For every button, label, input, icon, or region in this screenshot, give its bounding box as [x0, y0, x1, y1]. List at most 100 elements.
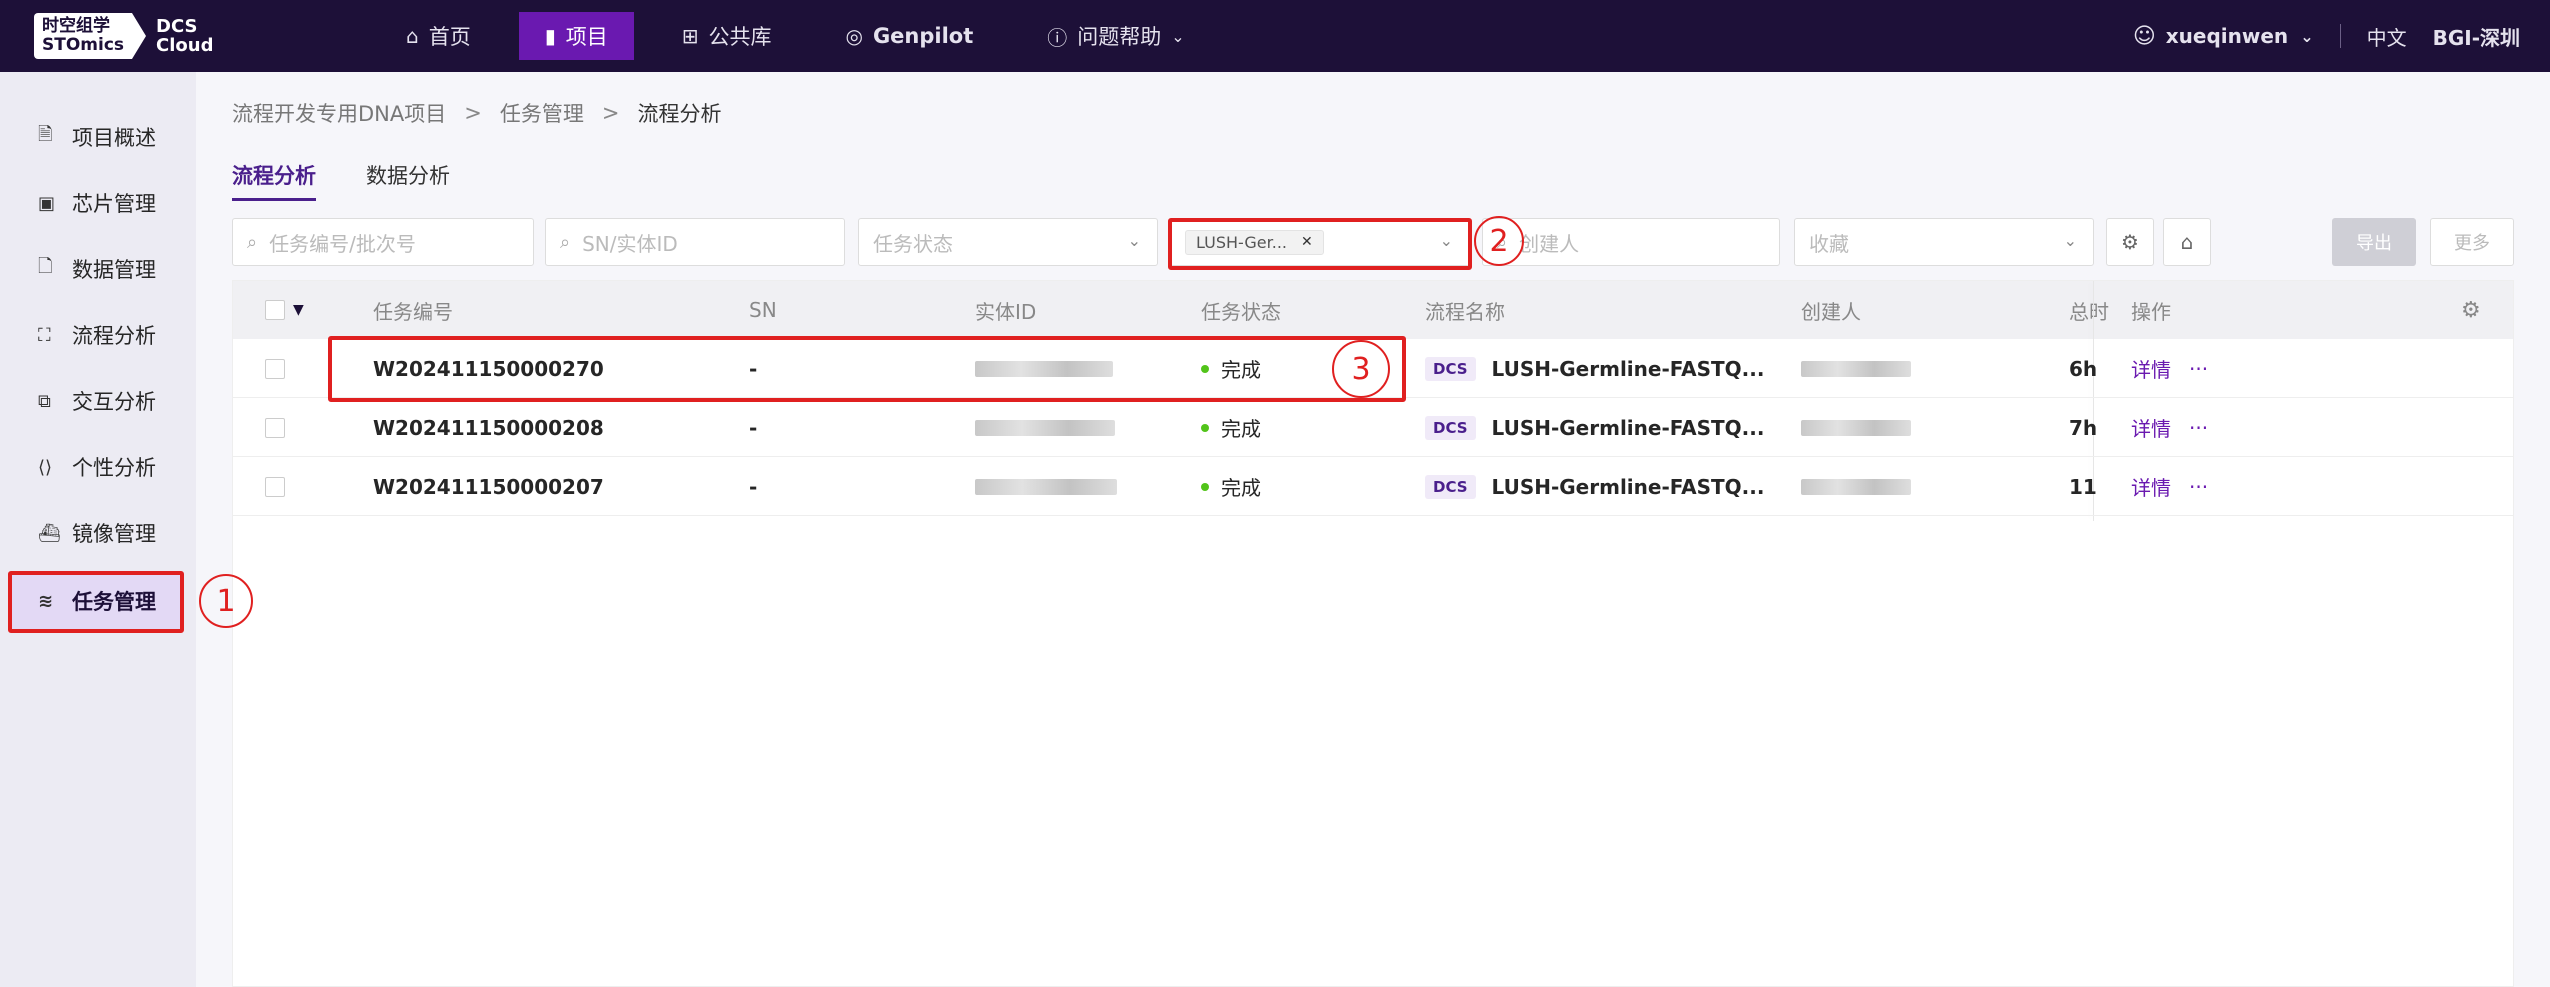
analysis-tabs: 流程分析 数据分析 — [232, 160, 500, 201]
sidebar-item-chip-management[interactable]: ▣ 芯片管理 — [10, 175, 182, 231]
column-settings-icon[interactable]: ⚙ — [2461, 281, 2481, 339]
creator-search-input[interactable]: ⌕ 创建人 — [1482, 218, 1780, 266]
docker-icon: ⛴ — [38, 522, 61, 544]
sidebar-item-project-overview[interactable]: 🗎 项目概述 — [10, 109, 182, 165]
divider — [2339, 24, 2341, 48]
code-icon: ⟨⟩ — [38, 456, 53, 478]
workflow-icon: ⛶ — [38, 324, 51, 346]
more-actions-icon[interactable]: ··· — [2189, 475, 2208, 499]
table-row[interactable]: W202411150000207 - 完成 DCS LUSH-Germline-… — [233, 457, 2513, 516]
sidebar-item-data-management[interactable]: 🗋 数据管理 — [10, 241, 182, 297]
column-operations: 操作 — [2131, 299, 2171, 324]
workflow-cell: DCS LUSH-Germline-FASTQ... — [1425, 457, 1764, 516]
globe-icon: ◎ — [845, 24, 863, 48]
nav-public-library[interactable]: ⊞ 公共库 — [656, 12, 798, 60]
dcs-badge: DCS — [1425, 474, 1476, 499]
settings-button[interactable]: ⚙ — [2106, 218, 2154, 266]
clear-button[interactable]: ⌂ — [2163, 218, 2211, 266]
sn-search-input[interactable]: ⌕ SN/实体ID — [545, 218, 845, 266]
duration-cell: 7h — [2069, 415, 2098, 440]
row-checkbox[interactable] — [265, 398, 285, 457]
logo-chevron-icon — [132, 13, 147, 59]
annotation-box-1 — [8, 571, 184, 633]
broom-icon: ⌂ — [2180, 230, 2194, 254]
sidebar-item-image-management[interactable]: ⛴ 镜像管理 — [10, 505, 182, 561]
duration-cell: 11 — [2069, 474, 2097, 499]
sidebar-item-workflow-analysis[interactable]: ⛶ 流程分析 — [10, 307, 182, 363]
column-sn[interactable]: SN — [749, 281, 777, 339]
sidebar: 🗎 项目概述 ▣ 芯片管理 🗋 数据管理 ⛶ 流程分析 ⧉ 交互分析 ⟨⟩ 个性… — [0, 72, 196, 987]
tab-data-analysis[interactable]: 数据分析 — [366, 160, 450, 201]
row-checkbox[interactable] — [265, 457, 285, 516]
row-checkbox[interactable] — [265, 339, 285, 398]
column-entity-id[interactable]: 实体ID — [975, 281, 1036, 339]
more-actions-icon[interactable]: ··· — [2189, 357, 2208, 381]
column-workflow[interactable]: 流程名称 — [1425, 281, 1505, 339]
column-duration[interactable]: 总时 — [2069, 281, 2109, 339]
nav-help[interactable]: ⓘ 问题帮助 ⌄ — [1021, 12, 1210, 60]
column-creator[interactable]: 创建人 — [1801, 281, 1861, 339]
table-row[interactable]: W202411150000208 - 完成 DCS LUSH-Germline-… — [233, 398, 2513, 457]
task-id-search-input[interactable]: ⌕ 任务编号/批次号 — [232, 218, 534, 266]
language-switch[interactable]: 中文 — [2367, 22, 2407, 51]
operations-cell: 详情 ··· — [2131, 398, 2226, 457]
user-menu[interactable]: ☺ xueqinwen ⌄ — [2133, 24, 2314, 49]
file-icon: ▮ — [544, 24, 556, 48]
chevron-down-icon: ⌄ — [2300, 26, 2314, 46]
nav-home[interactable]: ⌂ 首页 — [380, 12, 497, 60]
logo-line1: 时空组学 — [42, 16, 110, 36]
favorite-select[interactable]: 收藏 ⌄ — [1794, 218, 2094, 266]
column-status[interactable]: 任务状态 — [1201, 281, 1281, 339]
workflow-cell: DCS LUSH-Germline-FASTQ... — [1425, 339, 1764, 398]
status-cell: 完成 — [1201, 398, 1261, 457]
more-actions-icon[interactable]: ··· — [2189, 416, 2208, 440]
breadcrumb-section[interactable]: 任务管理 — [500, 98, 584, 128]
task-id-cell[interactable]: W202411150000207 — [373, 457, 604, 516]
grid-icon: ⊞ — [681, 24, 699, 48]
caret-down-icon[interactable]: ▼ — [293, 302, 304, 318]
operations-cell: 详情 ··· — [2131, 339, 2226, 398]
detail-link[interactable]: 详情 — [2131, 413, 2171, 442]
gear-icon: ⚙ — [2121, 230, 2139, 254]
sidebar-item-custom-analysis[interactable]: ⟨⟩ 个性分析 — [10, 439, 182, 495]
logo-product-line2: Cloud — [156, 35, 214, 56]
export-button[interactable]: 导出 — [2332, 218, 2416, 266]
more-button[interactable]: 更多 — [2430, 218, 2514, 266]
entity-id-cell — [975, 398, 1115, 457]
stomics-logo[interactable]: 时空组学 STOmics DCS Cloud — [34, 13, 213, 59]
tab-workflow-analysis[interactable]: 流程分析 — [232, 160, 316, 201]
task-status-select[interactable]: 任务状态 ⌄ — [858, 218, 1158, 266]
select-all-checkbox[interactable]: ▼ — [265, 281, 304, 339]
breadcrumb-current: 流程分析 — [637, 102, 722, 126]
breadcrumb: 流程开发专用DNA项目 > 任务管理 > 流程分析 — [232, 98, 721, 128]
creator-cell — [1801, 398, 1911, 457]
nav-genpilot[interactable]: ◎ Genpilot — [819, 12, 999, 60]
nav-project[interactable]: ▮ 项目 — [518, 12, 634, 60]
region-switch[interactable]: BGI-深圳 — [2433, 22, 2520, 51]
search-icon: ⌕ — [560, 231, 571, 253]
breadcrumb-separator: > — [601, 101, 620, 125]
column-task-id[interactable]: 任务编号 — [373, 281, 453, 339]
chip-icon: ▣ — [38, 192, 56, 214]
creator-cell — [1801, 339, 1911, 398]
document-icon: 🗎 — [38, 124, 53, 145]
sidebar-item-interactive-analysis[interactable]: ⧉ 交互分析 — [10, 373, 182, 429]
sn-cell: - — [749, 474, 758, 499]
breadcrumb-project[interactable]: 流程开发专用DNA项目 — [232, 98, 446, 128]
data-file-icon: 🗋 — [38, 256, 53, 277]
chevron-down-icon: ⌄ — [2063, 231, 2077, 250]
status-dot-icon — [1201, 423, 1209, 432]
interactive-icon: ⧉ — [38, 390, 51, 412]
detail-link[interactable]: 详情 — [2131, 354, 2171, 383]
help-icon: ⓘ — [1047, 25, 1068, 50]
top-navigation-bar: 时空组学 STOmics DCS Cloud ⌂ 首页 ▮ 项目 ⊞ 公共库 ◎… — [0, 0, 2550, 72]
dcs-badge: DCS — [1425, 415, 1476, 440]
detail-link[interactable]: 详情 — [2131, 472, 2171, 501]
table-header: ▼ 任务编号 SN 实体ID 任务状态 流程名称 创建人 总时 操作 ⚙ — [233, 281, 2513, 339]
chevron-down-icon: ⌄ — [1171, 26, 1185, 46]
main-content: 流程开发专用DNA项目 > 任务管理 > 流程分析 流程分析 数据分析 ⌕ 任务… — [196, 72, 2550, 987]
status-cell: 完成 — [1201, 457, 1261, 516]
annotation-box-2 — [1168, 218, 1472, 270]
user-name: xueqinwen — [2165, 24, 2289, 48]
task-id-cell[interactable]: W202411150000208 — [373, 398, 604, 457]
